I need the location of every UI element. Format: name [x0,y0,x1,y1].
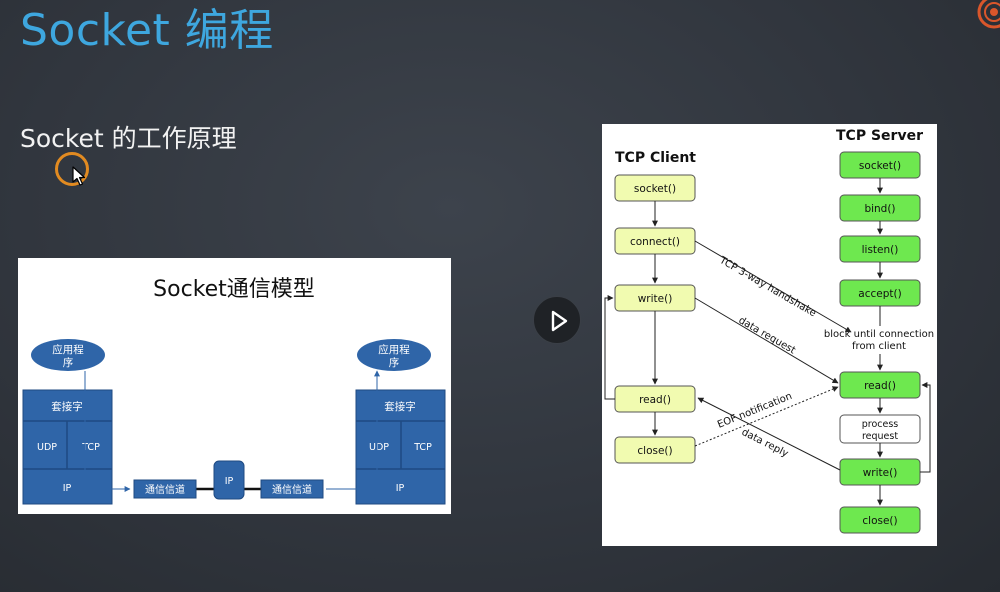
server-step-read: read() [839,371,921,399]
server-step-socket-label: socket() [859,160,901,172]
play-icon [551,310,568,332]
client-step-write: write() [614,284,696,312]
server-step-read-label: read() [864,380,896,392]
left-ip-label: IP [63,483,72,494]
client-step-write-label: write() [638,293,673,305]
right-tcp-label: TCP [413,442,432,453]
cursor-arrow-icon [72,166,86,186]
server-step-process-line1: process [862,419,899,430]
server-step-socket: socket() [839,151,921,179]
eof-label: EOF notification [716,391,794,431]
server-step-bind-label: bind() [864,203,895,215]
server-step-process: process request [839,414,921,444]
data-request-label: data request [737,315,798,356]
block-note-line2: from client [852,341,906,352]
slide-title: Socket 编程 [20,5,274,56]
play-button[interactable] [533,296,581,344]
right-app-label-2: 序 [389,356,400,369]
client-step-connect: connect() [614,227,696,255]
client-step-connect-label: connect() [630,236,680,248]
right-udp-label: UDP [369,442,389,453]
server-step-bind: bind() [839,194,921,222]
router-label: IP [225,476,234,487]
handshake-label: TCP 3-way handshake [717,255,818,320]
socket-model-diagram: Socket通信模型 应用程 序 应用程 序 套接字 UDP TCP IP 套接… [18,258,451,514]
model-title: Socket通信模型 [153,277,315,302]
server-step-listen-label: listen() [862,244,899,256]
right-channel-box: 通信信道 [260,479,324,499]
client-step-socket: socket() [614,174,696,202]
right-app-node: 应用程 序 [357,339,431,371]
left-app-node: 应用程 序 [31,339,105,371]
client-title: TCP Client [615,150,696,166]
client-step-close: close() [614,436,696,464]
client-step-read-label: read() [639,394,671,406]
left-udp-label: UDP [37,442,57,453]
server-step-write-label: write() [863,467,898,479]
client-step-close-label: close() [637,445,672,457]
left-app-label-1: 应用程 [52,343,84,356]
server-step-accept: accept() [839,279,921,307]
server-title: TCP Server [836,128,923,144]
block-note-line1: block until connection [824,329,934,340]
server-step-close-label: close() [862,515,897,527]
left-tcp-label: TCP [81,442,100,453]
client-step-read: read() [614,385,696,413]
left-socket-label: 套接字 [51,400,83,413]
slide-subtitle: Socket 的工作原理 [20,124,237,153]
router-box: IP [213,460,245,500]
server-step-process-line2: request [862,431,898,442]
left-channel-box: 通信信道 [133,479,197,499]
left-protocol-stack: 套接字 UDP TCP IP [22,389,113,505]
record-badge-icon [977,0,1000,29]
tcp-flow-svg: TCP Client TCP Server socket() connect()… [604,128,934,534]
client-step-socket-label: socket() [634,183,676,195]
server-step-accept-label: accept() [858,288,901,300]
right-app-label-1: 应用程 [378,343,410,356]
server-step-close: close() [839,506,921,534]
right-ip-label: IP [396,483,405,494]
socket-model-svg: Socket通信模型 应用程 序 应用程 序 套接字 UDP TCP IP 套接… [22,277,446,505]
right-channel-label: 通信信道 [272,483,312,496]
right-socket-label: 套接字 [384,400,416,413]
server-step-listen: listen() [839,235,921,263]
right-protocol-stack: 套接字 UDP TCP IP [355,389,446,505]
left-channel-label: 通信信道 [145,483,185,496]
handshake-arrow: TCP 3-way handshake [694,240,852,333]
tcp-flow-diagram: TCP Client TCP Server socket() connect()… [602,124,937,546]
left-app-label-2: 序 [63,356,74,369]
server-step-write: write() [839,458,921,486]
